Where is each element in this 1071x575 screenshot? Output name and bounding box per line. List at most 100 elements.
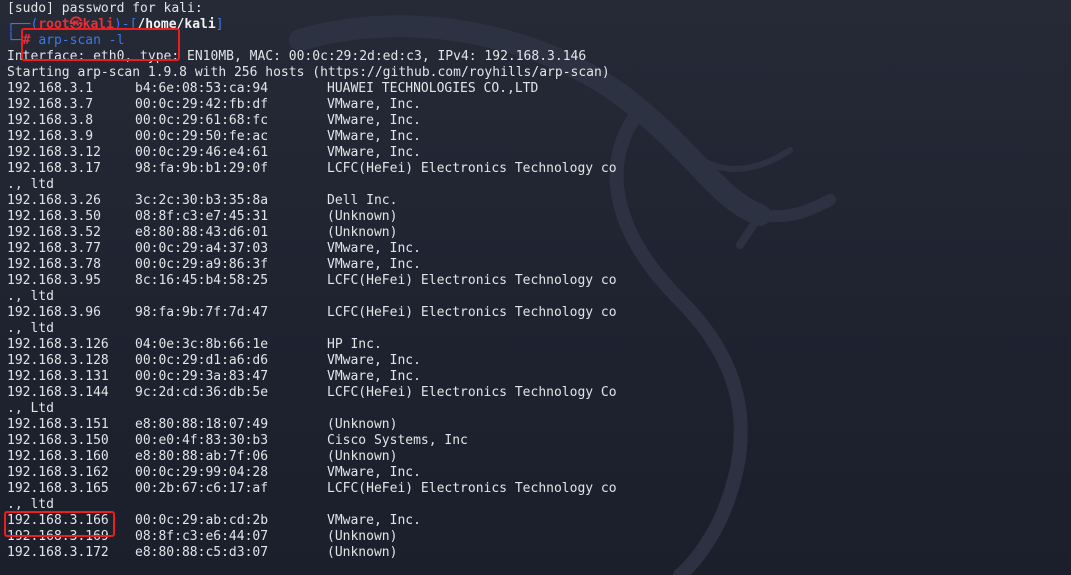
result-vendor: VMware, Inc. — [327, 129, 421, 144]
result-mac: 00:0c:29:a4:37:03 — [135, 241, 269, 256]
result-row: 192.168.3.26 3c:2c:30:b3:35:8a Dell Inc. — [7, 193, 1071, 209]
terminal-output: [sudo] password for kali: ┌──(root㉿kali)… — [7, 1, 1071, 561]
result-row: 192.168.3.96 98:fa:9b:7f:7d:47 LCFC(HeFei)… — [7, 305, 1071, 321]
result-mac: 00:0c:29:a9:86:3f — [135, 257, 269, 272]
result-mac: 98:fa:9b:b1:29:0f — [135, 161, 269, 176]
result-ip: 192.168.3.166 — [7, 513, 109, 528]
result-mac: 98:fa:9b:7f:7d:47 — [135, 305, 269, 320]
command-line[interactable]: └─# arp-scan -l — [7, 33, 1071, 49]
scan-start-text: Starting arp-scan 1.9.8 with 256 hosts (… — [7, 65, 610, 80]
result-row: 192.168.3.50 08:8f:c3:e7:45:31 (Unknown) — [7, 209, 1071, 225]
result-vendor: VMware, Inc. — [327, 353, 421, 368]
result-mac: 00:0c:29:50:fe:ac — [135, 129, 269, 144]
result-mac: e8:80:88:43:d6:01 — [135, 225, 269, 240]
result-row: 192.168.3.8 00:0c:29:61:68:fc VMware, Inc. — [7, 113, 1071, 129]
result-mac: e8:80:88:ab:7f:06 — [135, 449, 269, 464]
result-vendor: Cisco Systems, Inc — [327, 433, 468, 448]
result-mac: 9c:2d:cd:36:db:5e — [135, 385, 269, 400]
result-row: 192.168.3.150 00:e0:4f:83:30:b3 Cisco Syst… — [7, 433, 1071, 449]
result-row-continuation: ., ltd — [7, 497, 1071, 513]
result-vendor: VMware, Inc. — [327, 465, 421, 480]
result-vendor: LCFC(HeFei) Electronics Technology co — [327, 161, 617, 176]
prompt-corner-bottom: └─ — [7, 33, 23, 48]
result-vendor: LCFC(HeFei) Electronics Technology co — [327, 305, 617, 320]
scan-start-line: Starting arp-scan 1.9.8 with 256 hosts (… — [7, 65, 1071, 81]
result-mac: 00:0c:29:61:68:fc — [135, 113, 269, 128]
prompt-bracket-end: ] — [215, 17, 224, 32]
result-ip: 192.168.3.8 — [7, 113, 94, 128]
result-mac: 00:0c:29:46:e4:61 — [135, 145, 269, 160]
result-mac: e8:80:88:c5:d3:07 — [135, 545, 269, 560]
result-ip: 192.168.3.150 — [7, 433, 109, 448]
prompt-user-host: root㉿kali — [38, 17, 114, 32]
result-vendor: VMware, Inc. — [327, 113, 421, 128]
prompt-path: /home/kali — [137, 17, 216, 32]
result-row: 192.168.3.172 e8:80:88:c5:d3:07 (Unknown) — [7, 545, 1071, 561]
result-row: 192.168.3.126 04:0e:3c:8b:66:1e HP Inc. — [7, 337, 1071, 353]
terminal-window[interactable]: [sudo] password for kali: ┌──(root㉿kali)… — [0, 0, 1071, 575]
sudo-prompt-text: [sudo] password for kali: — [7, 1, 203, 16]
result-vendor: HUAWEI TECHNOLOGIES CO.,LTD — [327, 81, 539, 96]
result-vendor: LCFC(HeFei) Electronics Technology co — [327, 273, 617, 288]
result-row-continuation: ., ltd — [7, 177, 1071, 193]
scan-results: 192.168.3.1 b4:6e:08:53:ca:94 HUAWEI TECHN… — [7, 81, 1071, 561]
result-vendor: VMware, Inc. — [327, 513, 421, 528]
result-ip: 192.168.3.151 — [7, 417, 109, 432]
result-mac: 8c:16:45:b4:58:25 — [135, 273, 269, 288]
result-vendor-continuation: ., ltd — [7, 177, 54, 192]
result-vendor: (Unknown) — [327, 209, 398, 224]
result-mac: 00:0c:29:42:fb:df — [135, 97, 269, 112]
result-row: 192.168.3.1 b4:6e:08:53:ca:94 HUAWEI TECHN… — [7, 81, 1071, 97]
result-ip: 192.168.3.144 — [7, 385, 109, 400]
result-row-continuation: ., Ltd — [7, 401, 1071, 417]
result-ip: 192.168.3.7 — [7, 97, 94, 112]
result-row: 192.168.3.151 e8:80:88:18:07:49 (Unknown) — [7, 417, 1071, 433]
result-mac: 08:8f:c3:e6:44:07 — [135, 529, 269, 544]
result-vendor-continuation: ., Ltd — [7, 401, 54, 416]
command-text: arp-scan -l — [38, 33, 125, 48]
result-vendor: Dell Inc. — [327, 193, 398, 208]
result-vendor: LCFC(HeFei) Electronics Technology Co — [327, 385, 617, 400]
result-vendor-continuation: ., ltd — [7, 289, 54, 304]
result-row-continuation: ., ltd — [7, 289, 1071, 305]
result-row: 192.168.3.9 00:0c:29:50:fe:ac VMware, Inc. — [7, 129, 1071, 145]
result-ip: 192.168.3.162 — [7, 465, 109, 480]
result-vendor: VMware, Inc. — [327, 145, 421, 160]
result-mac: 08:8f:c3:e7:45:31 — [135, 209, 269, 224]
result-row: 192.168.3.169 08:8f:c3:e6:44:07 (Unknown) — [7, 529, 1071, 545]
result-ip: 192.168.3.96 — [7, 305, 101, 320]
result-ip: 192.168.3.160 — [7, 449, 109, 464]
result-vendor: VMware, Inc. — [327, 241, 421, 256]
result-mac: 00:0c:29:99:04:28 — [135, 465, 269, 480]
result-row: 192.168.3.162 00:0c:29:99:04:28 VMware, In… — [7, 465, 1071, 481]
result-ip: 192.168.3.131 — [7, 369, 109, 384]
interface-info-line: Interface: eth0, type: EN10MB, MAC: 00:0… — [7, 49, 1071, 65]
result-mac: 00:e0:4f:83:30:b3 — [135, 433, 269, 448]
result-mac: 04:0e:3c:8b:66:1e — [135, 337, 269, 352]
result-ip: 192.168.3.50 — [7, 209, 101, 224]
sudo-prompt-line: [sudo] password for kali: — [7, 1, 1071, 17]
result-row: 192.168.3.160 e8:80:88:ab:7f:06 (Unknown) — [7, 449, 1071, 465]
result-row: 192.168.3.128 00:0c:29:d1:a6:d6 VMware, In… — [7, 353, 1071, 369]
result-vendor: (Unknown) — [327, 529, 398, 544]
result-vendor: (Unknown) — [327, 545, 398, 560]
result-vendor: (Unknown) — [327, 225, 398, 240]
result-row-continuation: ., ltd — [7, 321, 1071, 337]
result-ip: 192.168.3.165 — [7, 481, 109, 496]
result-vendor: (Unknown) — [327, 417, 398, 432]
result-ip: 192.168.3.172 — [7, 545, 109, 560]
result-ip: 192.168.3.78 — [7, 257, 101, 272]
result-vendor: VMware, Inc. — [327, 97, 421, 112]
result-vendor: LCFC(HeFei) Electronics Technology co — [327, 481, 617, 496]
result-row: 192.168.3.77 00:0c:29:a4:37:03 VMware, Inc… — [7, 241, 1071, 257]
result-row: 192.168.3.165 00:2b:67:c6:17:af LCFC(HeFei… — [7, 481, 1071, 497]
result-vendor: VMware, Inc. — [327, 257, 421, 272]
prompt-corner-top: ┌──( — [7, 17, 39, 32]
result-row: 192.168.3.12 00:0c:29:46:e4:61 VMware, Inc… — [7, 145, 1071, 161]
result-vendor-continuation: ., ltd — [7, 497, 54, 512]
result-ip: 192.168.3.126 — [7, 337, 109, 352]
shell-prompt-line: ┌──(root㉿kali)-[/home/kali] — [7, 17, 1071, 33]
result-row: 192.168.3.52 e8:80:88:43:d6:01 (Unknown) — [7, 225, 1071, 241]
result-vendor: VMware, Inc. — [327, 369, 421, 384]
result-mac: 00:2b:67:c6:17:af — [135, 481, 269, 496]
